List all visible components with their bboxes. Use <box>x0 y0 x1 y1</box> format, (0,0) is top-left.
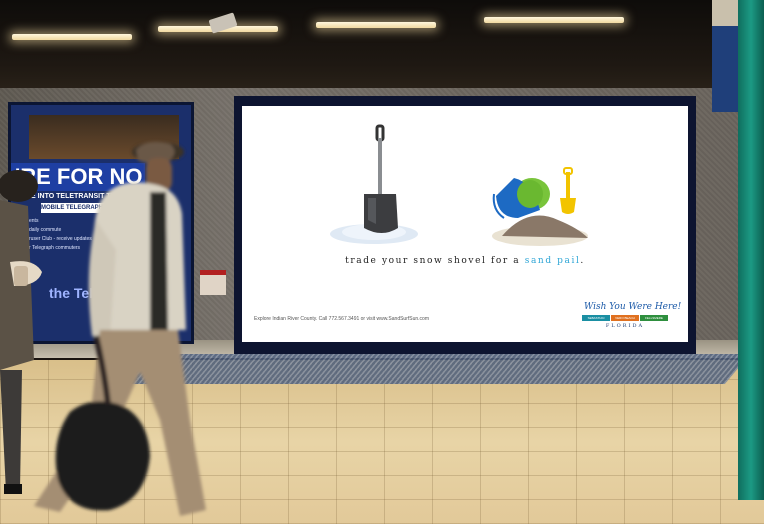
bystander-person <box>0 170 42 494</box>
subway-scene: 'RE FOR NO E INTO TELETRANSIT TIME MOBIL… <box>0 0 764 524</box>
